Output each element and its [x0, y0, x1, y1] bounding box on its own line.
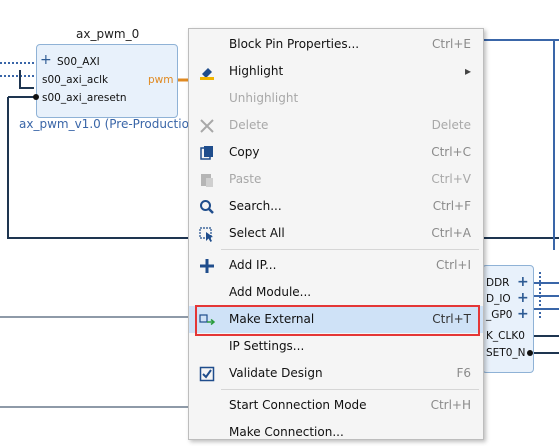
expand-plus-icon[interactable]: + [517, 290, 529, 306]
menu-item-add-module[interactable]: Add Module... [189, 279, 483, 306]
validate-icon [198, 365, 216, 383]
menu-item-make-connection[interactable]: Make Connection... [189, 419, 483, 446]
block-title: ax_pwm_0 [76, 27, 140, 41]
menu-item-validate-design[interactable]: Validate Design F6 [189, 360, 483, 387]
aclk-wire [19, 70, 34, 89]
highlight-annotation-box [195, 305, 480, 336]
port-ddr[interactable]: DDR [486, 277, 509, 289]
port-fclk-clk0[interactable]: K_CLK0 [486, 330, 525, 342]
paste-icon [198, 171, 216, 189]
port-gp0[interactable]: _GP0 [486, 309, 512, 321]
submenu-arrow-icon: ▸ [464, 64, 471, 78]
menu-item-start-connection-mode[interactable]: Start Connection Mode Ctrl+H [189, 392, 483, 419]
menu-item-unhighlight[interactable]: Unhighlight [189, 85, 483, 112]
menu-item-highlight[interactable]: Highlight ▸ [189, 58, 483, 85]
expand-plus-icon[interactable]: + [40, 52, 52, 68]
menu-separator [221, 389, 479, 390]
menu-item-block-pin-properties[interactable]: Block Pin Properties... Ctrl+E [189, 31, 483, 58]
right-ip-block[interactable]: DDR + D_IO + _GP0 + K_CLK0 SET0_N [482, 265, 534, 373]
menu-item-add-ip[interactable]: Add IP... Ctrl+I [189, 252, 483, 279]
select-all-icon [198, 225, 216, 243]
menu-item-delete[interactable]: Delete Delete [189, 112, 483, 139]
menu-item-copy[interactable]: Copy Ctrl+C [189, 139, 483, 166]
port-s00-axi-aclk[interactable]: s00_axi_aclk [42, 74, 108, 86]
menu-item-paste[interactable]: Paste Ctrl+V [189, 166, 483, 193]
block-subtitle: ax_pwm_v1.0 (Pre-Production) [19, 117, 202, 131]
inverted-pin-icon [527, 350, 533, 356]
port-s00-axi[interactable]: S00_AXI [57, 56, 100, 68]
menu-item-ip-settings[interactable]: IP Settings... [189, 333, 483, 360]
expand-plus-icon[interactable]: + [517, 306, 529, 322]
context-menu: Block Pin Properties... Ctrl+E Highlight… [188, 28, 484, 440]
menu-item-select-all[interactable]: Select All Ctrl+A [189, 220, 483, 247]
menu-separator [221, 249, 479, 250]
port-pwm[interactable]: pwm [148, 74, 173, 86]
inverted-pin-icon [33, 94, 39, 100]
copy-icon [198, 144, 216, 162]
port-s00-axi-aresetn[interactable]: s00_axi_aresetn [42, 92, 127, 104]
expand-plus-icon[interactable]: + [517, 274, 529, 290]
delete-icon [198, 117, 216, 135]
block-design-canvas[interactable]: ax_pwm_0 + S00_AXI s00_axi_aclk s00_axi_… [0, 0, 559, 440]
clk-wires [532, 335, 559, 354]
port-fixed-io[interactable]: D_IO [486, 293, 511, 305]
search-icon [198, 198, 216, 216]
highlight-icon [198, 63, 216, 81]
right-block-wires [532, 282, 559, 310]
port-fclk-reset0-n[interactable]: SET0_N [486, 347, 526, 359]
menu-item-search[interactable]: Search... Ctrl+F [189, 193, 483, 220]
add-icon [198, 257, 216, 275]
